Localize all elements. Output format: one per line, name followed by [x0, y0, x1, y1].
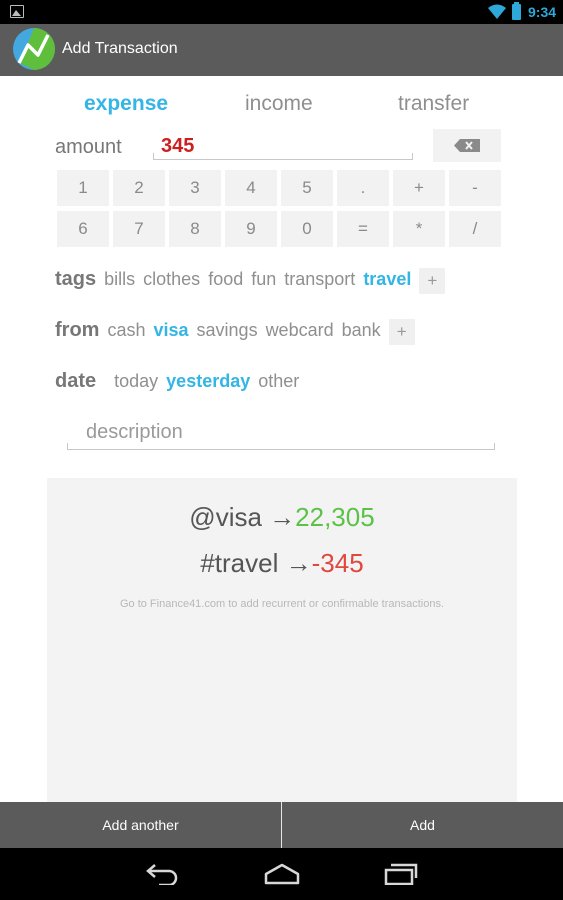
from-row: from cash visa savings webcard bank + [55, 319, 415, 345]
back-icon[interactable] [145, 863, 179, 885]
key-4[interactable]: 4 [225, 170, 277, 206]
key-0[interactable]: 0 [281, 211, 333, 247]
key-equals[interactable]: = [337, 211, 389, 247]
key-divide[interactable]: / [449, 211, 501, 247]
date-row: date today yesterday other [55, 370, 307, 393]
tags-label: tags [55, 268, 97, 290]
date-today[interactable]: today [114, 371, 158, 392]
bottom-button-bar: Add another Add [0, 802, 563, 848]
description-field[interactable]: description [67, 418, 495, 450]
add-tag-button[interactable]: + [419, 268, 446, 294]
tag-total-line: #travel →-345 [47, 548, 517, 579]
account-balance-line: @visa →22,305 [47, 502, 517, 533]
key-8[interactable]: 8 [169, 211, 221, 247]
navigation-bar [0, 848, 563, 900]
date-label: date [55, 370, 97, 392]
account-cash[interactable]: cash [107, 320, 145, 341]
from-label: from [55, 319, 100, 341]
key-5[interactable]: 5 [281, 170, 333, 206]
tag-travel[interactable]: travel [363, 269, 411, 290]
status-time: 9:34 [528, 4, 557, 20]
key-plus[interactable]: + [393, 170, 445, 206]
key-3[interactable]: 3 [169, 170, 221, 206]
recents-icon[interactable] [384, 863, 418, 885]
key-2[interactable]: 2 [113, 170, 165, 206]
app-logo-icon[interactable] [12, 27, 56, 71]
key-7[interactable]: 7 [113, 211, 165, 247]
account-visa[interactable]: visa [153, 320, 188, 341]
key-decimal[interactable]: . [337, 170, 389, 206]
key-9[interactable]: 9 [225, 211, 277, 247]
status-bar: 9:34 [0, 0, 563, 24]
key-1[interactable]: 1 [57, 170, 109, 206]
account-savings[interactable]: savings [197, 320, 258, 341]
date-yesterday[interactable]: yesterday [166, 371, 250, 392]
tag-bills[interactable]: bills [104, 269, 135, 290]
date-other[interactable]: other [258, 371, 299, 392]
account-webcard[interactable]: webcard [266, 320, 334, 341]
add-another-button[interactable]: Add another [0, 802, 281, 848]
amount-value: 345 [161, 135, 195, 157]
amount-field[interactable]: 345 [153, 134, 413, 160]
tab-income[interactable]: income [245, 92, 313, 116]
backspace-button[interactable] [433, 129, 501, 162]
page-title: Add Transaction [62, 40, 178, 57]
battery-icon [512, 2, 521, 20]
tag-food[interactable]: food [208, 269, 243, 290]
account-balance-value: 22,305 [295, 502, 375, 532]
summary-panel: @visa →22,305 #travel →-345 Go to Financ… [47, 478, 517, 802]
image-notification-icon [10, 5, 24, 18]
add-button[interactable]: Add [282, 802, 563, 848]
tag-total-label: #travel → [200, 548, 312, 578]
description-placeholder: description [86, 421, 183, 443]
backspace-icon [454, 139, 480, 152]
key-multiply[interactable]: * [393, 211, 445, 247]
tag-total-value: -345 [311, 548, 364, 578]
key-6[interactable]: 6 [57, 211, 109, 247]
key-minus[interactable]: - [449, 170, 501, 206]
wifi-icon [488, 4, 506, 19]
account-bank[interactable]: bank [342, 320, 381, 341]
tag-fun[interactable]: fun [251, 269, 276, 290]
tags-row: tags bills clothes food fun transport tr… [55, 268, 446, 294]
tag-clothes[interactable]: clothes [143, 269, 200, 290]
account-balance-label: @visa → [189, 502, 296, 532]
add-account-button[interactable]: + [388, 319, 415, 345]
home-icon[interactable] [264, 863, 300, 885]
summary-note: Go to Finance41.com to add recurrent or … [119, 598, 445, 610]
tab-expense[interactable]: expense [84, 92, 168, 116]
action-bar: Add Transaction [0, 24, 563, 76]
keypad: 1 2 3 4 5 . + - 6 7 8 9 0 = * / [57, 170, 501, 247]
tab-transfer[interactable]: transfer [398, 92, 469, 116]
tag-transport[interactable]: transport [284, 269, 355, 290]
amount-label: amount [55, 136, 122, 158]
